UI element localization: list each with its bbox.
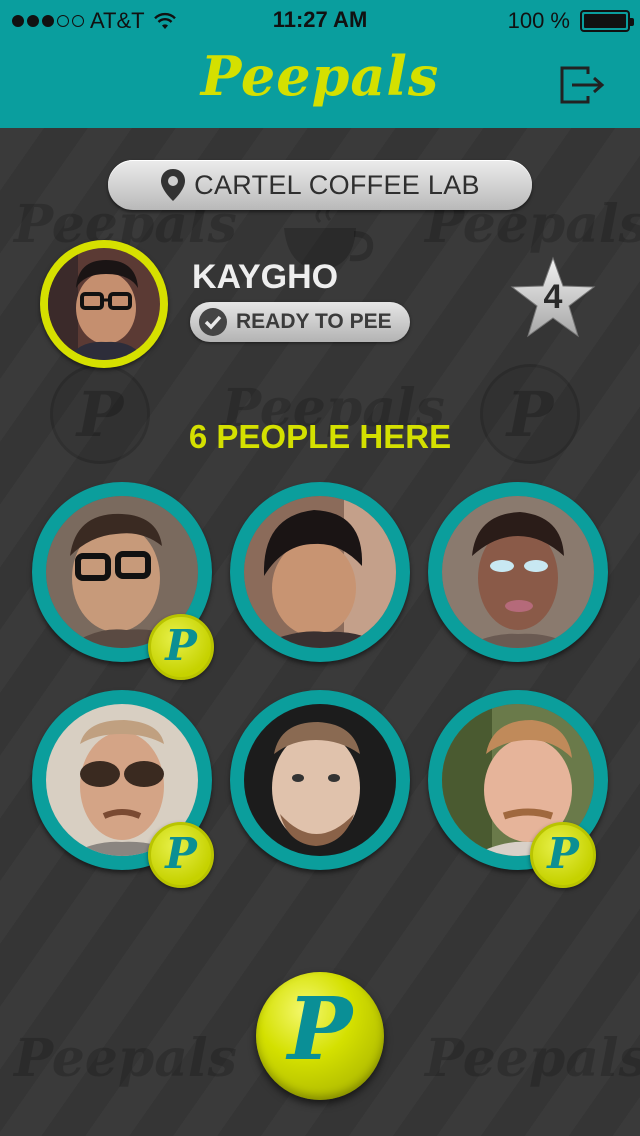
avatar [48,248,160,360]
check-circle-icon [199,308,227,336]
watermark-logo: Peepals [14,1028,237,1089]
people-count-heading: 6 PEOPLE HERE [188,418,452,455]
avatar [244,496,396,648]
avatar [244,704,396,856]
person-avatar[interactable] [230,690,410,870]
status-toggle[interactable]: READY TO PEE [190,302,410,342]
battery-percentage: 100 % [507,8,570,33]
pee-button[interactable]: P [256,972,384,1100]
battery-icon [580,10,634,32]
p-badge-icon: P [148,822,214,888]
avatar [442,496,594,648]
username: KAYGHO [192,258,339,296]
header-bar: AT&T 11:27 AM 100 % Peepals [0,0,640,128]
location-button[interactable]: CARTEL COFFEE LAB [108,160,532,210]
map-pin-icon [161,169,186,201]
person-avatar[interactable]: P [32,482,214,680]
logout-icon[interactable] [560,66,606,104]
p-badge-icon: P [148,614,214,680]
rating-value: 4 [543,278,563,316]
location-name: CARTEL COFFEE LAB [194,169,480,200]
person-avatar[interactable]: P [428,690,608,888]
watermark-logo: Peepals [425,1028,640,1089]
status-bar: AT&T 11:27 AM 100 % [0,0,640,40]
app-logo: Peepals [200,44,440,108]
p-badge-icon: P [530,822,596,888]
person-avatar[interactable] [230,482,410,662]
person-avatar[interactable] [428,482,608,662]
main-content: Peepals Peepals Peepals Peepals Peepals … [0,128,640,1136]
person-avatar[interactable]: P [32,690,214,888]
my-avatar[interactable] [40,240,168,368]
status-label: READY TO PEE [236,310,392,333]
